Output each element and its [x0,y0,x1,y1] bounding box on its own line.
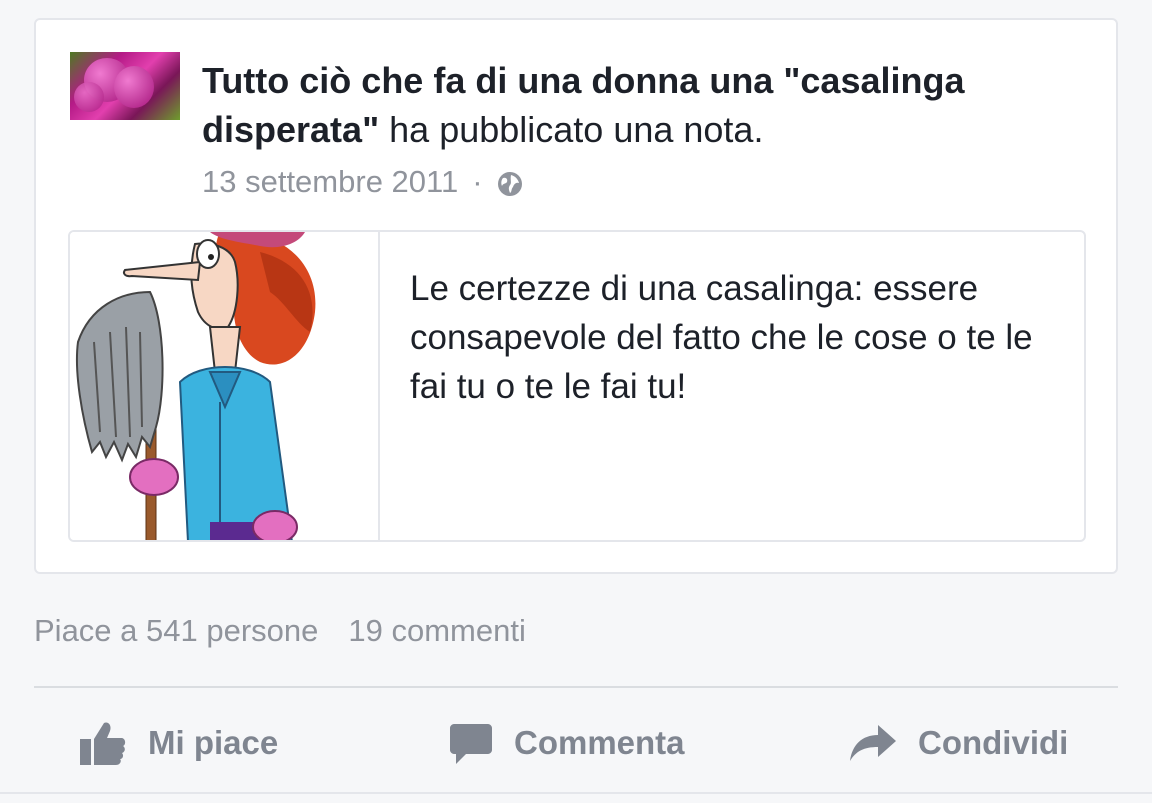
thumbs-up-icon [80,722,126,765]
likes-count[interactable]: Piace a 541 persone [34,613,318,649]
share-label: Condividi [918,724,1069,761]
page-avatar[interactable] [70,52,180,120]
post-card: Tutto ciò che fa di una donna una "casal… [34,18,1118,574]
like-label: Mi piace [148,724,279,761]
actions-divider [34,686,1118,688]
comment-button[interactable]: Commenta [450,700,685,786]
bottom-divider [0,792,1152,794]
note-attachment[interactable]: Le certezze di una casalinga: essere con… [68,230,1086,542]
action-bar: Mi piace Commenta Condividi [34,700,1118,786]
meta-separator: · [472,164,483,199]
comment-label: Commenta [514,724,685,761]
share-button[interactable]: Condividi [850,700,1068,786]
post-action-text: ha pubblicato una nota. [379,109,764,150]
comments-count[interactable]: 19 commenti [348,613,525,649]
speech-bubble-icon [450,724,492,764]
like-button[interactable]: Mi piace [80,700,278,786]
globe-icon[interactable] [497,169,523,196]
post-stats: Piace a 541 persone 19 commenti [34,606,526,656]
share-arrow-icon [850,725,896,761]
post-meta: 13 settembre 2011 · [202,162,523,202]
note-text: Le certezze di una casalinga: essere con… [410,269,1033,406]
housewife-cartoon-image [70,232,380,540]
post-date[interactable]: 13 settembre 2011 [202,164,458,200]
post-header: Tutto ciò che fa di una donna una "casal… [202,56,1082,154]
